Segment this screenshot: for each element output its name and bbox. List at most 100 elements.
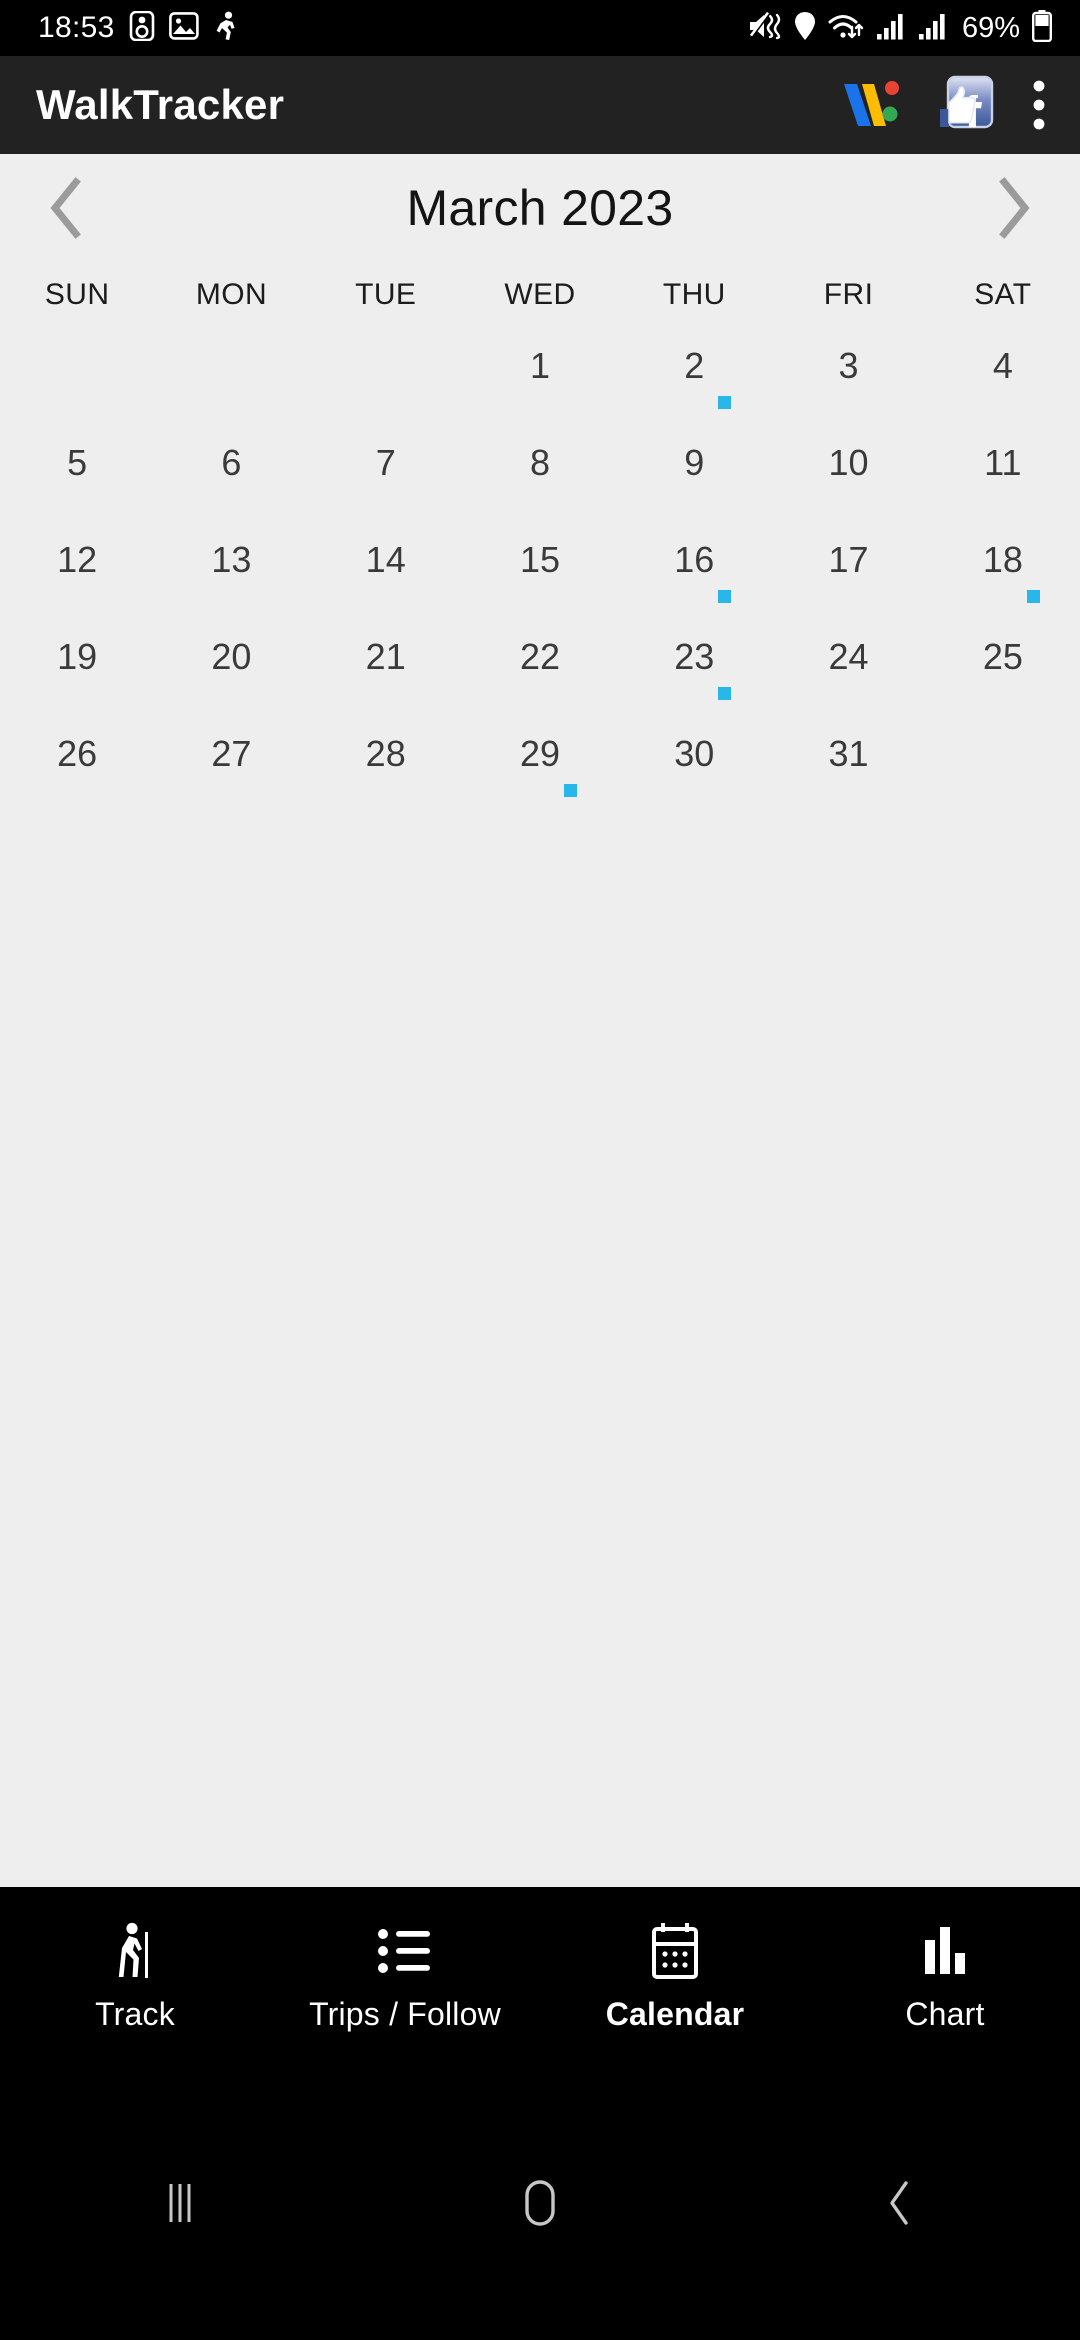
calendar-day-number: 20 [211,636,252,677]
calendar-day-cell[interactable]: 10 [771,431,925,528]
running-person-icon [213,11,239,46]
calendar-day-cell[interactable]: 6 [154,431,308,528]
weekday-label-fri: FRI [823,278,874,311]
calendar-day-number: 23 [674,636,715,677]
status-bar: 18:53 69% [0,0,1080,56]
calendar-week-row: 5 6 7 8 9 10 11 [0,431,1080,528]
calendar-day-cell[interactable]: 2 [617,334,771,431]
weekday-label-wed: WED [504,278,576,311]
calendar-day-cell[interactable]: 7 [309,431,463,528]
calendar-day-number: 8 [529,442,550,483]
calendar-day-cell[interactable]: 30 [617,722,771,819]
calendar-day-cell[interactable]: 21 [309,625,463,722]
calendar-day-number: 13 [211,539,252,580]
calendar-day-cell[interactable]: 14 [309,528,463,625]
weekday-header-row: SUN MON TUE WED THU FRI SAT [0,262,1080,328]
calendar-day-cell[interactable]: 20 [154,625,308,722]
overflow-menu-icon[interactable] [1030,76,1048,134]
calendar-day-cell[interactable]: 8 [463,431,617,528]
calendar-day-cell[interactable]: 3 [771,334,925,431]
app-bar-actions [838,75,1054,135]
calendar-icon [650,1920,700,1982]
nav-label-chart: Chart [905,1995,985,2032]
calendar-day-cell[interactable]: 25 [926,625,1080,722]
calendar-day-number: 15 [519,539,561,580]
calendar-day-number: 10 [828,442,869,483]
calendar-day-number: 16 [674,539,715,580]
calendar-day-number: 7 [375,442,396,483]
calendar-day-cell[interactable]: 17 [771,528,925,625]
image-icon [168,11,199,45]
month-navigation: March 2023 [0,154,1080,262]
calendar-week-row: 12 13 14 15 16 17 18 [0,528,1080,625]
calendar-day-number: 18 [982,539,1023,580]
calendar-day-cell[interactable]: 27 [154,722,308,819]
next-month-button[interactable] [976,171,1050,245]
activity-marker-dot [564,784,578,797]
calendar-screen: March 2023 SUN MON TUE WED THU FRI SAT 1… [0,154,1080,1887]
calendar-day-cell[interactable]: 13 [154,528,308,625]
calendar-day-number: 14 [365,539,406,580]
nav-item-track[interactable]: Track [0,1887,270,2065]
prev-month-button[interactable] [30,171,104,245]
hiker-icon [112,1920,158,1982]
calendar-day-cell[interactable]: 24 [771,625,925,722]
location-icon [794,11,816,46]
weekday-label-mon: MON [195,278,268,311]
calendar-day-empty [154,334,308,431]
activity-marker-dot [718,396,732,409]
calendar-day-cell[interactable]: 29 [463,722,617,819]
calendar-week-row: 26 27 28 29 30 31 [0,722,1080,819]
calendar-day-number: 9 [684,442,705,483]
system-navigation-bar [0,2065,1080,2340]
calendar-day-number: 27 [211,733,252,774]
nav-label-track: Track [95,1995,175,2032]
calendar-day-cell[interactable]: 5 [0,431,154,528]
calendar-day-cell[interactable]: 11 [926,431,1080,528]
calendar-day-cell[interactable]: 9 [617,431,771,528]
calendar-day-cell[interactable]: 23 [617,625,771,722]
calendar-day-cell[interactable]: 28 [309,722,463,819]
status-bar-right: 69% [748,9,1053,47]
facebook-icon[interactable] [934,75,996,135]
calendar-day-cell[interactable]: 19 [0,625,154,722]
nav-item-chart[interactable]: Chart [810,1887,1080,2065]
calendar-day-cell[interactable]: 26 [0,722,154,819]
calendar-day-cell[interactable]: 18 [926,528,1080,625]
calendar-day-cell[interactable]: 1 [463,334,617,431]
nav-label-calendar: Calendar [605,1995,745,2032]
mute-icon [748,11,782,46]
activity-marker-dot [1027,590,1040,603]
calendar-day-number: 19 [57,636,98,677]
calendar-day-number: 25 [982,636,1023,677]
wifi-icon [828,11,864,46]
home-icon[interactable] [360,2178,720,2228]
nav-item-trips-follow[interactable]: Trips / Follow [270,1887,540,2065]
calendar-day-number: 12 [57,539,98,580]
calendar-day-number: 11 [984,442,1022,483]
nav-item-calendar[interactable]: Calendar [540,1887,810,2065]
calendar-day-number: 21 [365,636,406,677]
calendar-day-cell[interactable]: 22 [463,625,617,722]
calendar-day-number: 2 [684,345,705,386]
calendar-day-empty [309,334,463,431]
calendar-day-number: 17 [828,539,869,580]
calendar-day-number: 5 [67,442,88,483]
calendar-day-cell[interactable]: 4 [926,334,1080,431]
calendar-day-cell[interactable]: 15 [463,528,617,625]
phone-screen: 18:53 69% WalkTracker March 2023 SUN MON… [0,0,1080,2340]
bar-chart-icon [921,1920,969,1982]
calendar-day-cell[interactable]: 12 [0,528,154,625]
calendar-day-number: 6 [221,442,242,483]
calendar-day-number: 24 [828,636,869,677]
calendar-week-row: 19 20 21 22 23 24 25 [0,625,1080,722]
calendar-week-row: 1 2 3 4 [0,334,1080,431]
back-icon[interactable] [720,2178,1080,2228]
month-title: March 2023 [406,180,674,236]
calendar-day-cell[interactable]: 31 [771,722,925,819]
google-wallet-icon[interactable] [838,76,900,134]
status-clock: 18:53 [38,11,115,44]
calendar-day-cell[interactable]: 16 [617,528,771,625]
signal-1-icon [876,11,906,46]
recents-icon[interactable] [0,2180,360,2226]
